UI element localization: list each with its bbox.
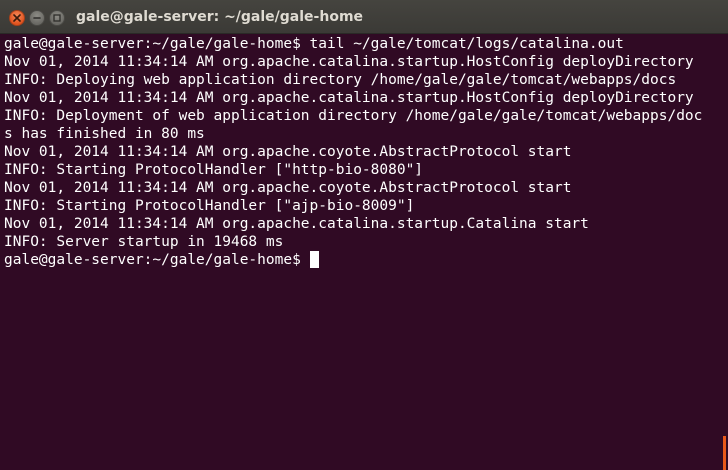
terminal-line: Nov 01, 2014 11:34:14 AM org.apache.coyo… xyxy=(4,144,572,160)
minimize-button[interactable] xyxy=(29,10,45,26)
terminal-line: gale@gale-server:~/gale/gale-home$ tail … xyxy=(4,36,624,52)
shell-prompt: gale@gale-server:~/gale/gale-home$ xyxy=(4,252,301,268)
terminal-line: Nov 01, 2014 11:34:14 AM org.apache.cata… xyxy=(4,54,694,70)
terminal-line: INFO: Server startup in 19468 ms xyxy=(4,234,284,250)
terminal-output[interactable]: gale@gale-server:~/gale/gale-home$ tail … xyxy=(4,35,724,467)
maximize-button[interactable] xyxy=(49,10,65,26)
title-bar[interactable]: gale@gale-server: ~/gale/gale-home xyxy=(0,0,728,34)
terminal-line: s has finished in 80 ms xyxy=(4,126,205,142)
maximize-icon xyxy=(53,14,61,22)
terminal-window: gale@gale-server: ~/gale/gale-home gale@… xyxy=(0,0,728,470)
window-title: gale@gale-server: ~/gale/gale-home xyxy=(76,9,364,25)
close-icon xyxy=(13,14,21,22)
terminal-line: INFO: Deploying web application director… xyxy=(4,72,677,88)
prompt-line[interactable]: gale@gale-server:~/gale/gale-home$ xyxy=(4,251,724,269)
terminal-line: Nov 01, 2014 11:34:14 AM org.apache.cata… xyxy=(4,90,694,106)
text-cursor xyxy=(309,251,319,268)
scrollbar-thumb[interactable] xyxy=(723,436,726,470)
terminal-line: INFO: Starting ProtocolHandler ["http-bi… xyxy=(4,162,424,178)
terminal-line: Nov 01, 2014 11:34:14 AM org.apache.cata… xyxy=(4,216,589,232)
terminal-line: Nov 01, 2014 11:34:14 AM org.apache.coyo… xyxy=(4,180,572,196)
terminal-line: INFO: Deployment of web application dire… xyxy=(4,108,703,124)
close-button[interactable] xyxy=(9,10,25,26)
terminal-line: INFO: Starting ProtocolHandler ["ajp-bio… xyxy=(4,198,415,214)
minimize-icon xyxy=(33,17,41,19)
